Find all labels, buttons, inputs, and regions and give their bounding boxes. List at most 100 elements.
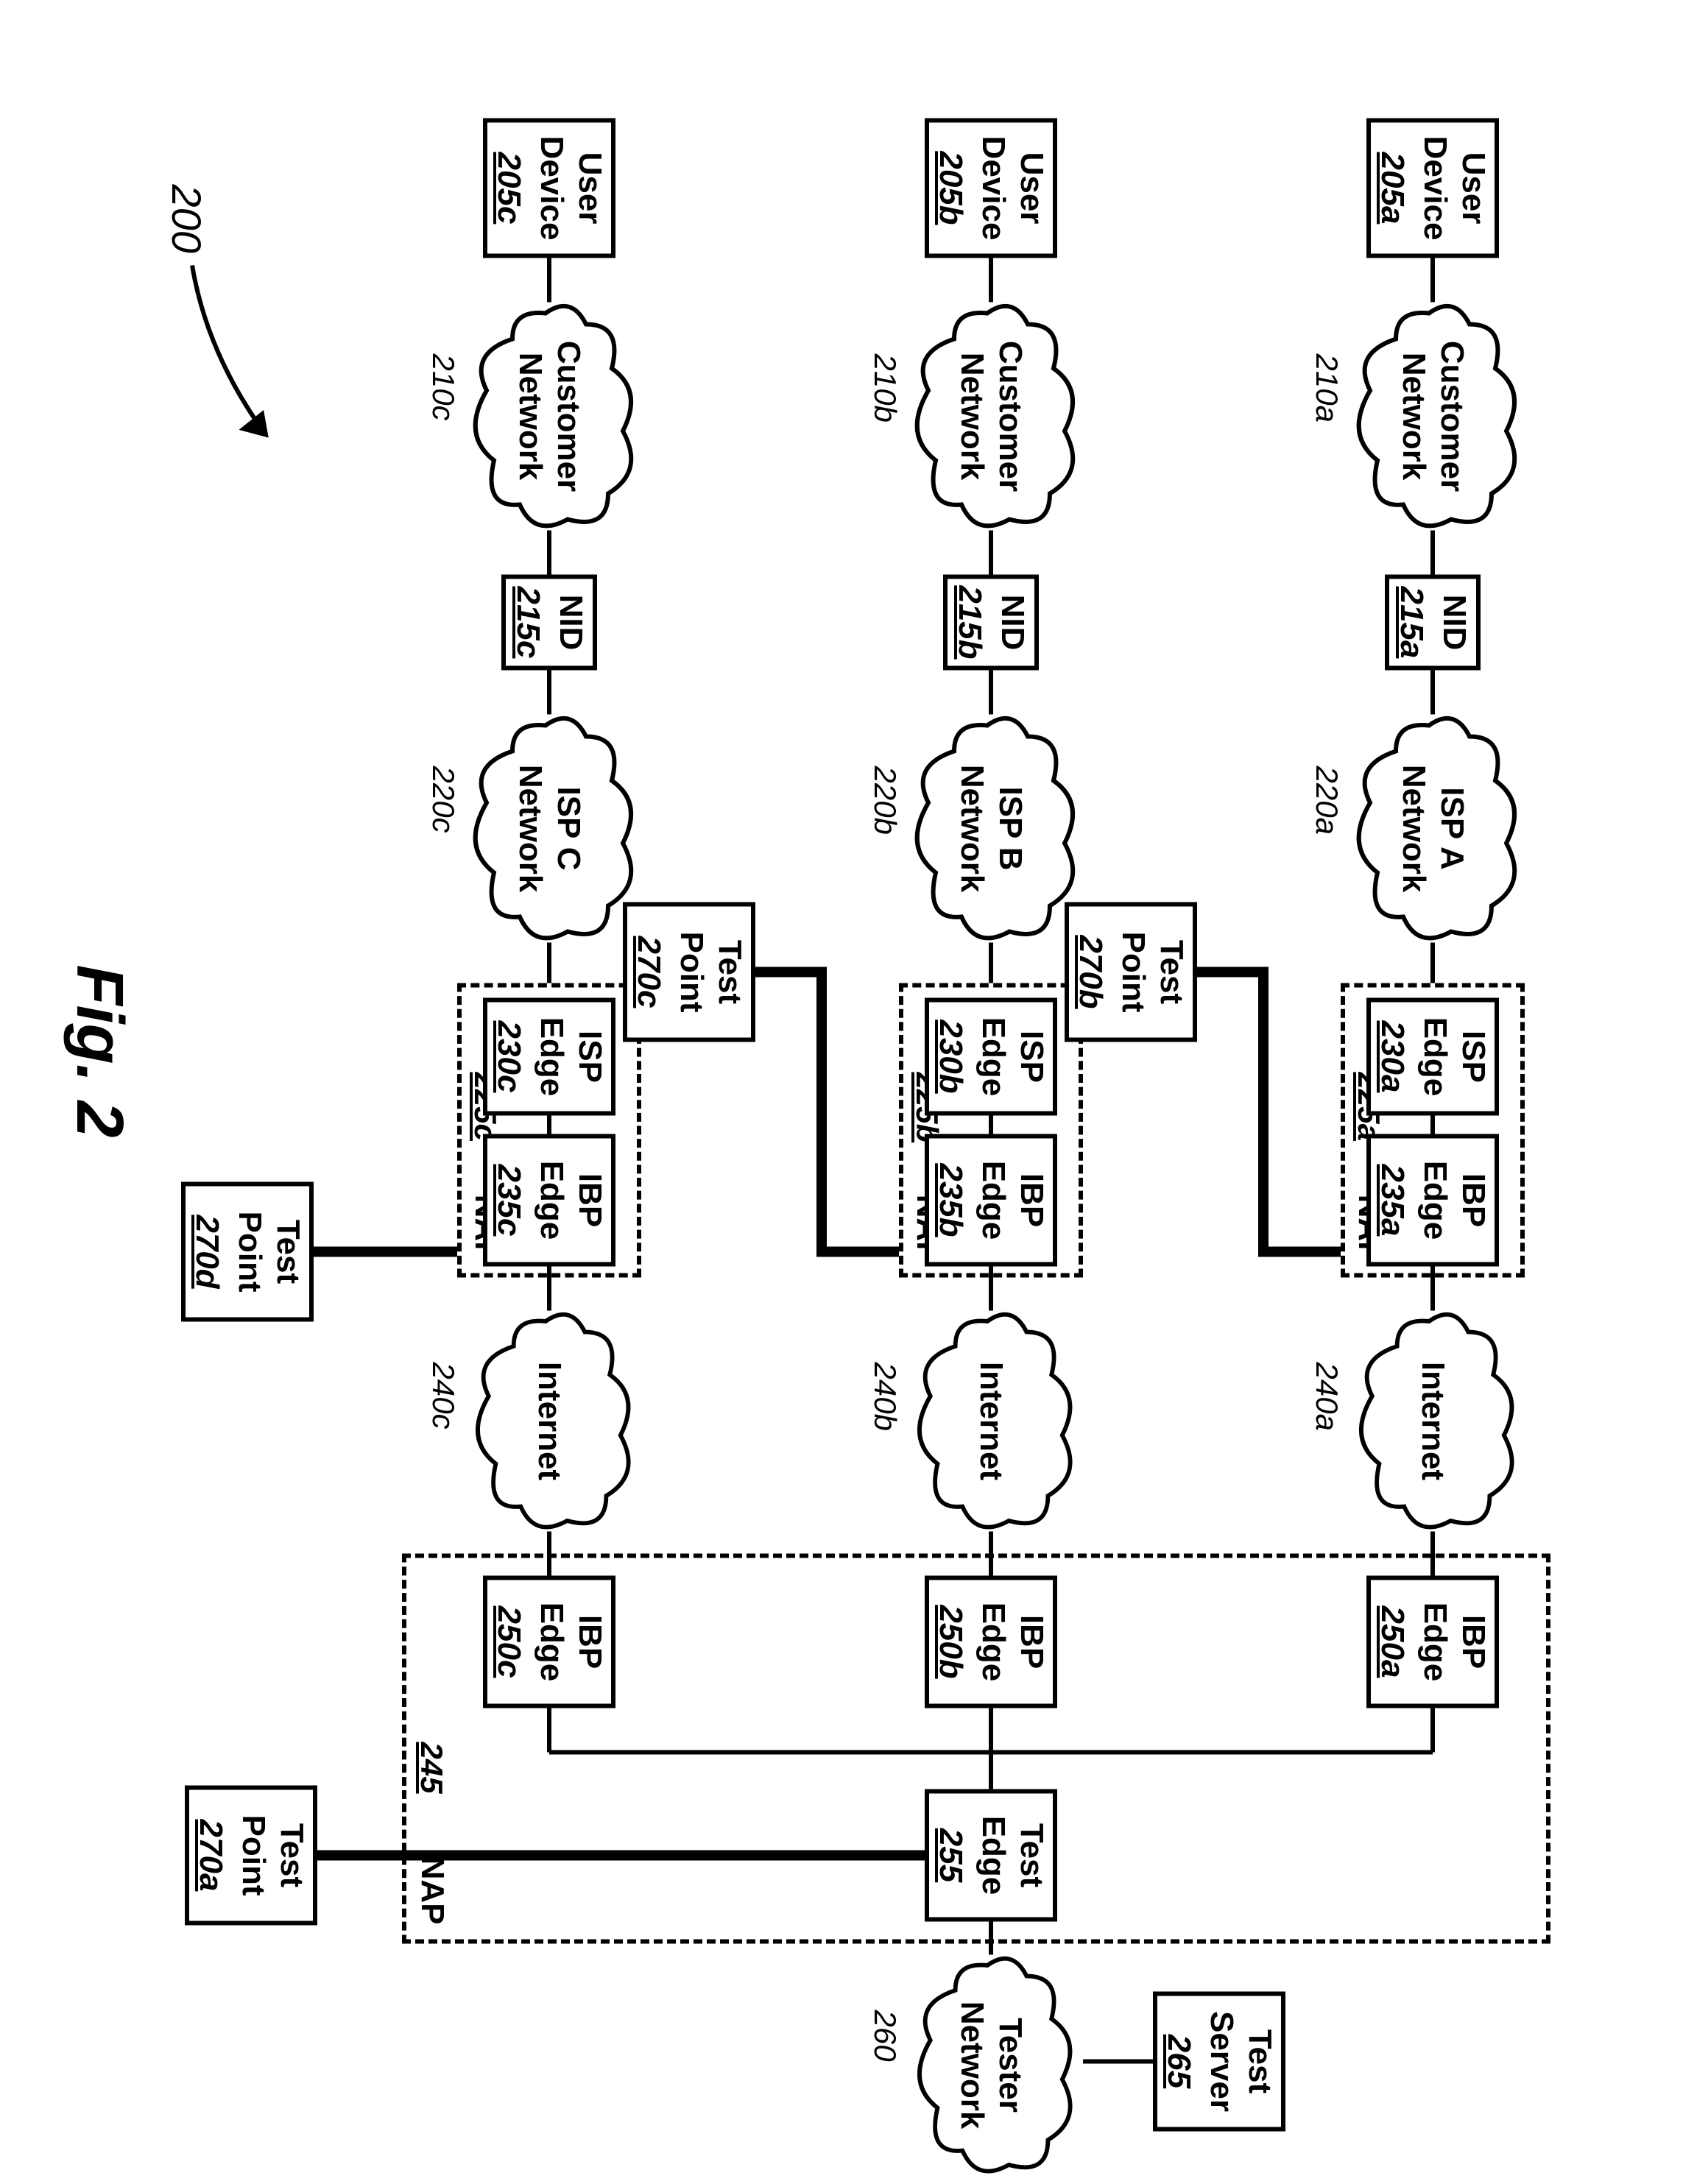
ref: 230c bbox=[490, 1020, 528, 1092]
ref: 215b bbox=[950, 585, 989, 659]
ref: 205a bbox=[1373, 152, 1411, 224]
label: User bbox=[1012, 152, 1051, 224]
label: Point bbox=[230, 1211, 269, 1292]
label: Test bbox=[1241, 2029, 1279, 2093]
label: Point bbox=[234, 1814, 272, 1895]
label: Customer bbox=[991, 340, 1029, 491]
label: ISP bbox=[1454, 1031, 1492, 1083]
label: Edge bbox=[1416, 1160, 1454, 1240]
internet-b: Internet bbox=[903, 1310, 1079, 1531]
label: Edge bbox=[974, 1815, 1012, 1895]
ref: 270b bbox=[1071, 935, 1109, 1008]
label: ISP B bbox=[991, 786, 1029, 870]
label: Edge bbox=[1416, 1017, 1454, 1096]
ibp-edge-left-c: IBP Edge 235c bbox=[483, 1134, 615, 1266]
label: Device bbox=[1416, 135, 1454, 240]
nid-b: NID 215b bbox=[943, 574, 1039, 670]
isp-c-network: ISP C Network bbox=[461, 714, 638, 942]
ref-260: 260 bbox=[867, 2010, 903, 2061]
ref: 255 bbox=[931, 1828, 970, 1881]
label: Internet bbox=[972, 1361, 1010, 1480]
label: NID bbox=[551, 594, 590, 650]
label: Network bbox=[1394, 764, 1433, 892]
label: Customer bbox=[549, 340, 588, 491]
label: ISP A bbox=[1433, 787, 1471, 870]
label: Internet bbox=[1414, 1361, 1452, 1480]
ibp-edge-left-b: IBP Edge 235b bbox=[925, 1134, 1057, 1266]
ref-240c: 240c bbox=[426, 1362, 461, 1429]
test-point-b: Test Point 270b bbox=[1065, 902, 1197, 1042]
label: User bbox=[571, 152, 609, 224]
ref: 270a bbox=[191, 1819, 230, 1891]
label: Point bbox=[1114, 931, 1152, 1012]
nap-ref: 245 bbox=[414, 1742, 449, 1793]
label: NID bbox=[993, 594, 1031, 650]
label: Tester bbox=[991, 2018, 1029, 2113]
ref-220b: 220b bbox=[867, 766, 903, 834]
isp-edge-b: ISP Edge 230b bbox=[925, 997, 1057, 1115]
ref-220c: 220c bbox=[426, 766, 461, 833]
ref-220a: 220a bbox=[1309, 766, 1344, 834]
ref: 205c bbox=[490, 152, 528, 224]
ref: 270c bbox=[629, 936, 668, 1008]
nid-a: NID 215a bbox=[1385, 574, 1481, 670]
label: Network bbox=[953, 352, 991, 480]
label: Test bbox=[272, 1823, 311, 1887]
label: Edge bbox=[532, 1017, 571, 1096]
ref: 235c bbox=[490, 1164, 528, 1236]
ref-240a: 240a bbox=[1309, 1362, 1344, 1430]
label: ISP C bbox=[549, 786, 588, 870]
customer-network-c: Customer Network bbox=[461, 302, 638, 530]
label: Network bbox=[511, 352, 549, 480]
label: Network bbox=[511, 764, 549, 892]
test-server: Test Server 265 bbox=[1153, 1991, 1285, 2131]
label: Device bbox=[974, 135, 1012, 240]
isp-a-network: ISP A Network bbox=[1344, 714, 1521, 942]
ref-210b: 210b bbox=[867, 353, 903, 422]
label: Internet bbox=[530, 1361, 568, 1480]
user-device-a: User Device 205a bbox=[1366, 118, 1499, 258]
label: ISP bbox=[571, 1031, 609, 1083]
label: Test bbox=[1012, 1823, 1051, 1887]
label: Test bbox=[269, 1219, 307, 1283]
test-edge: Test Edge 255 bbox=[925, 1789, 1057, 1921]
label: ISP bbox=[1012, 1031, 1051, 1083]
test-point-a: Test Point 270a bbox=[185, 1785, 317, 1925]
isp-edge-a: ISP Edge 230a bbox=[1366, 997, 1499, 1115]
label: Network bbox=[953, 764, 991, 892]
ref: 205b bbox=[931, 151, 970, 225]
ref: 265 bbox=[1160, 2034, 1198, 2088]
label: IBP bbox=[571, 1173, 609, 1226]
ref-240b: 240b bbox=[867, 1362, 903, 1430]
ref-210a: 210a bbox=[1309, 353, 1344, 422]
label: Test bbox=[710, 939, 749, 1003]
label: Customer bbox=[1433, 340, 1471, 491]
internet-c: Internet bbox=[461, 1310, 638, 1531]
label: Device bbox=[532, 135, 571, 240]
ref: 235a bbox=[1373, 1164, 1411, 1236]
ref: 230b bbox=[931, 1019, 970, 1093]
test-point-c: Test Point 270c bbox=[623, 902, 755, 1042]
label: Point bbox=[672, 931, 710, 1012]
user-device-b: User Device 205b bbox=[925, 118, 1057, 258]
label: Server bbox=[1202, 2010, 1241, 2111]
test-point-d: Test Point 270d bbox=[181, 1181, 314, 1321]
tester-network: Tester Network bbox=[903, 1954, 1079, 2175]
customer-network-a: Customer Network bbox=[1344, 302, 1521, 530]
label: NID bbox=[1435, 594, 1473, 650]
label: Edge bbox=[974, 1160, 1012, 1240]
nap-label: NAP bbox=[414, 1856, 451, 1924]
ref-210c: 210c bbox=[426, 353, 461, 420]
ref: 215a bbox=[1392, 586, 1430, 658]
user-device-c: User Device 205c bbox=[483, 118, 615, 258]
figure-number: 200 bbox=[163, 184, 211, 252]
label: Network bbox=[953, 2001, 991, 2129]
isp-edge-c: ISP Edge 230c bbox=[483, 997, 615, 1115]
customer-network-b: Customer Network bbox=[903, 302, 1079, 530]
ref: 270d bbox=[188, 1215, 226, 1288]
label: IBP bbox=[1454, 1173, 1492, 1226]
figure-caption: Fig. 2 bbox=[61, 964, 137, 1137]
internet-a: Internet bbox=[1344, 1310, 1521, 1531]
ref: 230a bbox=[1373, 1020, 1411, 1092]
isp-b-network: ISP B Network bbox=[903, 714, 1079, 942]
